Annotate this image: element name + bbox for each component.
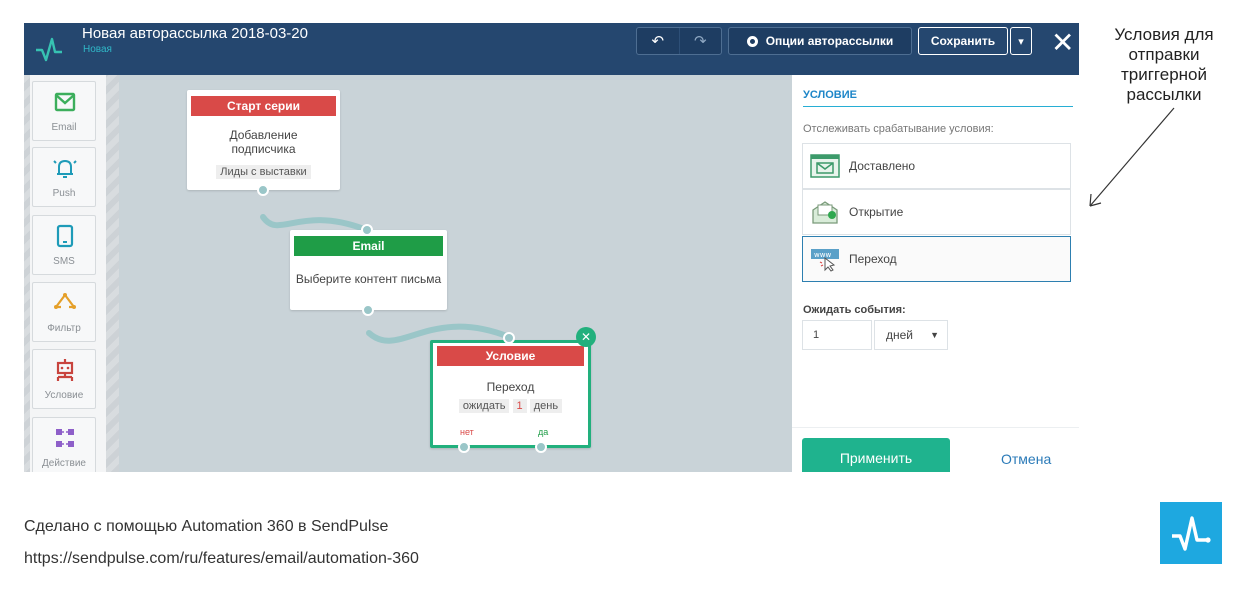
- condition-no-port[interactable]: [458, 441, 470, 453]
- palette-item-label: Условие: [44, 390, 84, 401]
- campaign-options-button[interactable]: Опции авторассылки: [728, 27, 912, 55]
- palette-item-label: SMS: [53, 256, 75, 267]
- footer-credit: Сделано с помощью Automation 360 в SendP…: [24, 518, 389, 535]
- wait-row: ожидать 1 день: [433, 399, 588, 413]
- undo-button[interactable]: ↶: [637, 28, 679, 54]
- node-text: Добавление подписчика: [229, 128, 298, 156]
- redo-icon: ↷: [693, 33, 707, 50]
- email-node[interactable]: Email Выберите контент письма: [290, 230, 447, 310]
- wait-unit: день: [529, 399, 563, 413]
- wait-unit-value: дней: [886, 328, 914, 342]
- close-button[interactable]: ✕: [1051, 29, 1079, 57]
- annotation-text: Условия для отправки триггерной рассылки: [1114, 25, 1214, 104]
- condition-yes-port[interactable]: [535, 441, 547, 453]
- option-label: Доставлено: [849, 159, 916, 173]
- condition-option-click[interactable]: www Переход: [802, 236, 1071, 282]
- condition-option-delivered[interactable]: Доставлено: [802, 143, 1071, 189]
- palette-item-action[interactable]: Действие: [32, 417, 96, 472]
- envelope-icon: [54, 92, 76, 112]
- apply-button[interactable]: Применить: [802, 438, 950, 472]
- action-icon: [56, 429, 74, 447]
- option-label: Открытие: [849, 205, 904, 219]
- robot-icon: [56, 359, 74, 381]
- start-output-port[interactable]: [257, 184, 269, 196]
- footer-url: https://sendpulse.com/ru/features/email/…: [24, 550, 419, 567]
- condition-option-open[interactable]: Открытие: [802, 189, 1071, 235]
- automation-editor-window: Новая авторассылка 2018-03-20 Новая ↶ ↷ …: [24, 23, 1079, 472]
- caret-down-icon: ▼: [930, 330, 939, 340]
- caret-down-icon: ▾: [1018, 35, 1024, 48]
- palette-item-label: Действие: [42, 458, 86, 469]
- history-buttons: ↶ ↷: [636, 27, 722, 55]
- delivered-icon: [810, 154, 840, 178]
- remove-node-button[interactable]: ✕: [576, 327, 596, 347]
- gear-icon: [746, 35, 758, 47]
- node-text: Переход: [486, 380, 535, 394]
- wait-prefix: ожидать: [458, 399, 510, 413]
- node-text: Выберите контент письма: [295, 272, 442, 286]
- campaign-options-label: Опции авторассылки: [765, 34, 894, 48]
- palette-item-email[interactable]: Email: [32, 81, 96, 141]
- close-icon: ✕: [580, 330, 592, 344]
- sendpulse-logo-icon: [36, 37, 62, 62]
- wait-value-input[interactable]: 1: [802, 320, 872, 350]
- node-header: Условие: [437, 346, 584, 366]
- filter-icon: [54, 293, 76, 309]
- branch-no-label: нет: [460, 427, 474, 437]
- palette-item-filter[interactable]: Фильтр: [32, 282, 96, 342]
- svg-text:www: www: [814, 251, 831, 259]
- save-button[interactable]: Сохранить: [918, 27, 1008, 55]
- click-icon: www: [811, 249, 839, 272]
- wait-unit-select[interactable]: дней ▼: [874, 320, 948, 350]
- palette-item-condition[interactable]: Условие: [32, 349, 96, 409]
- phone-icon: [56, 224, 74, 248]
- panel-description: Отслеживать срабатывание условия:: [803, 123, 994, 135]
- close-icon: ✕: [1051, 27, 1075, 58]
- redo-button[interactable]: ↷: [678, 28, 722, 54]
- node-header: Email: [294, 236, 443, 256]
- save-dropdown-button[interactable]: ▾: [1010, 27, 1032, 55]
- undo-icon: ↶: [651, 33, 665, 50]
- email-output-port[interactable]: [362, 304, 374, 316]
- bell-icon: [53, 159, 77, 178]
- cancel-button[interactable]: Отмена: [1001, 451, 1051, 467]
- branch-yes-label: да: [538, 427, 549, 437]
- palette-item-label: Фильтр: [47, 323, 81, 334]
- palette-item-label: Email: [51, 122, 77, 133]
- palette-item-sms[interactable]: SMS: [32, 215, 96, 275]
- panel-title: УСЛОВИЕ: [803, 89, 857, 101]
- wait-value: 1: [512, 399, 527, 413]
- top-bar: Новая авторассылка 2018-03-20 Новая ↶ ↷ …: [24, 23, 1079, 75]
- condition-node[interactable]: Условие Переход ожидать 1 день нет да: [430, 340, 591, 448]
- pulse-icon: [1172, 516, 1211, 551]
- annotation-arrow-icon: [1089, 107, 1175, 207]
- palette-item-push[interactable]: Push: [32, 147, 96, 207]
- start-series-node[interactable]: Старт серии Добавление подписчика Лиды с…: [187, 90, 340, 190]
- option-label: Переход: [849, 252, 897, 266]
- palette-item-label: Push: [52, 188, 76, 199]
- workflow-canvas[interactable]: Старт серии Добавление подписчика Лиды с…: [119, 75, 792, 472]
- email-input-port[interactable]: [361, 224, 373, 236]
- sendpulse-brand-logo: [1160, 502, 1222, 564]
- campaign-title: Новая авторассылка 2018-03-20: [82, 25, 308, 42]
- panel-title-divider: [803, 106, 1073, 107]
- open-icon: [812, 201, 838, 224]
- wait-event-label: Ожидать события:: [803, 304, 906, 316]
- campaign-status: Новая: [83, 44, 112, 55]
- panel-footer-divider: [792, 427, 1079, 428]
- condition-settings-panel: УСЛОВИЕ Отслеживать срабатывание условия…: [792, 75, 1079, 472]
- node-list-chip: Лиды с выставки: [216, 165, 311, 179]
- node-header: Старт серии: [191, 96, 336, 116]
- condition-input-port[interactable]: [503, 332, 515, 344]
- block-palette: Email Push SMS Фильтр Условие Действие: [30, 75, 106, 472]
